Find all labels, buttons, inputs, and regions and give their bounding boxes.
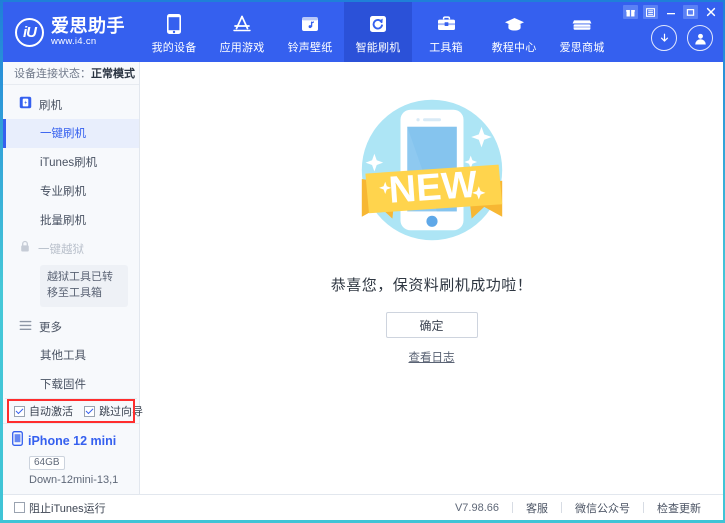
flash-options-row: 自动激活 跳过向导 <box>5 398 137 423</box>
sidebar-menu: 刷机 一键刷机 iTunes刷机 专业刷机 批量刷机 <box>3 85 139 398</box>
nav-tab-i4-store[interactable]: 爱思商城 <box>548 2 616 62</box>
sidebar-item-label: 其他工具 <box>40 347 86 363</box>
sidebar-item-batch-flash[interactable]: 批量刷机 <box>3 206 139 235</box>
checkbox-label: 跳过向导 <box>99 403 143 419</box>
app-header: iU 爱思助手 www.i4.cn 我的设备 <box>3 2 723 62</box>
brand-logo: iU 爱思助手 www.i4.cn <box>3 2 140 62</box>
connection-status-label: 设备连接状态： <box>14 65 91 81</box>
checkbox-box[interactable] <box>84 406 95 417</box>
sidebar-item-label: 下载固件 <box>40 376 86 392</box>
check-update-link[interactable]: 检查更新 <box>644 500 714 516</box>
nav-tab-toolbox[interactable]: 工具箱 <box>412 2 480 62</box>
nav-tab-apps-games[interactable]: 应用游戏 <box>208 2 276 62</box>
nav-tab-ringtones-wallpaper[interactable]: 铃声壁纸 <box>276 2 344 62</box>
sidebar-item-download-firmware[interactable]: 下载固件 <box>3 370 139 399</box>
menu-lines-icon <box>19 318 32 336</box>
brand-name: 爱思助手 <box>51 17 125 35</box>
appstore-icon <box>231 12 253 36</box>
nav-tab-label: 应用游戏 <box>220 39 265 55</box>
sidebar-group-flash[interactable]: 刷机 <box>3 91 139 119</box>
sidebar-item-other-tools[interactable]: 其他工具 <box>3 341 139 370</box>
graduation-cap-icon <box>503 12 526 36</box>
nav-tab-tutorial-center[interactable]: 教程中心 <box>480 2 548 62</box>
sidebar-item-pro-flash[interactable]: 专业刷机 <box>3 177 139 206</box>
minimize-icon[interactable] <box>663 5 678 19</box>
view-log-link[interactable]: 查看日志 <box>409 349 455 365</box>
nav-tab-label: 教程中心 <box>492 39 537 55</box>
jailbreak-moved-tooltip: 越狱工具已转移至工具箱 <box>40 265 128 307</box>
close-icon[interactable] <box>703 5 718 19</box>
menu-icon[interactable] <box>643 5 658 19</box>
ribbon-text: NEW <box>387 164 478 212</box>
header-action-buttons <box>651 25 713 51</box>
application-window: iU 爱思助手 www.i4.cn 我的设备 <box>3 2 723 520</box>
music-box-icon <box>300 12 320 36</box>
sidebar-group-jailbreak: 一键越狱 <box>3 235 139 263</box>
phone-icon <box>166 12 182 36</box>
brand-mark-text: iU <box>23 25 36 40</box>
new-phone-badge-illustration: NEW <box>342 80 522 260</box>
user-avatar-icon[interactable] <box>687 25 713 51</box>
app-body: 设备连接状态： 正常模式 刷机 一键刷机 <box>3 62 723 494</box>
sidebar: 设备连接状态： 正常模式 刷机 一键刷机 <box>3 62 140 494</box>
sidebar-item-itunes-flash[interactable]: iTunes刷机 <box>3 148 139 177</box>
success-message: 恭喜您，保资料刷机成功啦！ <box>331 274 533 295</box>
device-name-row: iPhone 12 mini <box>12 431 139 451</box>
nav-tab-label: 我的设备 <box>152 39 197 55</box>
nav-tab-label: 工具箱 <box>429 39 463 55</box>
checkbox-block-itunes[interactable]: 阻止iTunes运行 <box>14 500 106 516</box>
checkbox-label: 阻止iTunes运行 <box>29 500 106 516</box>
window-controls <box>623 5 718 19</box>
sidebar-item-label: 批量刷机 <box>40 212 86 228</box>
checkbox-box[interactable] <box>14 406 25 417</box>
brand-text-block: 爱思助手 www.i4.cn <box>51 17 125 47</box>
nav-tab-label: 智能刷机 <box>356 39 401 55</box>
sidebar-item-label: 一键刷机 <box>40 125 86 141</box>
sidebar-group-more[interactable]: 更多 <box>3 313 139 341</box>
nav-tab-label: 爱思商城 <box>560 39 605 55</box>
sidebar-item-label: 专业刷机 <box>40 183 86 199</box>
nav-tab-label: 铃声壁纸 <box>288 39 333 55</box>
download-icon[interactable] <box>651 25 677 51</box>
sidebar-item-label: iTunes刷机 <box>40 154 97 170</box>
sidebar-group-label: 更多 <box>39 319 62 335</box>
shop-icon <box>571 12 593 36</box>
connection-status-value: 正常模式 <box>91 65 135 81</box>
phone-small-icon <box>12 431 23 451</box>
main-content: NEW 恭喜您，保资料刷机成功啦！ 确定 查看日志 <box>140 62 723 494</box>
i4-logo-icon: iU <box>15 18 44 47</box>
status-bar: 阻止iTunes运行 V7.98.66 客服 微信公众号 检查更新 <box>3 494 723 520</box>
status-bar-right: V7.98.66 客服 微信公众号 检查更新 <box>442 500 714 516</box>
maximize-icon[interactable] <box>683 5 698 19</box>
gift-icon[interactable] <box>623 5 638 19</box>
sidebar-group-label: 刷机 <box>39 97 62 113</box>
checkbox-skip-wizard[interactable]: 跳过向导 <box>84 403 143 419</box>
brand-url: www.i4.cn <box>51 37 125 47</box>
refresh-icon <box>368 12 388 36</box>
app-version: V7.98.66 <box>442 502 512 514</box>
customer-service-link[interactable]: 客服 <box>513 500 561 516</box>
device-name: iPhone 12 mini <box>28 434 116 448</box>
nav-tab-my-device[interactable]: 我的设备 <box>140 2 208 62</box>
checkbox-auto-activate[interactable]: 自动激活 <box>14 403 73 419</box>
device-connection-status: 设备连接状态： 正常模式 <box>3 62 139 85</box>
device-capacity-badge: 64GB <box>29 456 65 470</box>
checkbox-box[interactable] <box>14 502 25 513</box>
flash-device-icon <box>19 96 32 114</box>
checkbox-label: 自动激活 <box>29 403 73 419</box>
toolbox-icon <box>436 12 457 36</box>
connected-device-card[interactable]: iPhone 12 mini 64GB Down-12mini-13,1 <box>3 423 139 494</box>
nav-tab-smart-flash[interactable]: 智能刷机 <box>344 2 412 62</box>
wechat-official-link[interactable]: 微信公众号 <box>562 500 643 516</box>
confirm-button[interactable]: 确定 <box>386 312 478 338</box>
lock-icon <box>19 240 31 258</box>
app-window-frame: iU 爱思助手 www.i4.cn 我的设备 <box>0 0 725 523</box>
sidebar-group-label: 一键越狱 <box>38 241 84 257</box>
sidebar-item-one-click-flash[interactable]: 一键刷机 <box>3 119 139 148</box>
device-identifier: Down-12mini-13,1 <box>29 474 139 486</box>
